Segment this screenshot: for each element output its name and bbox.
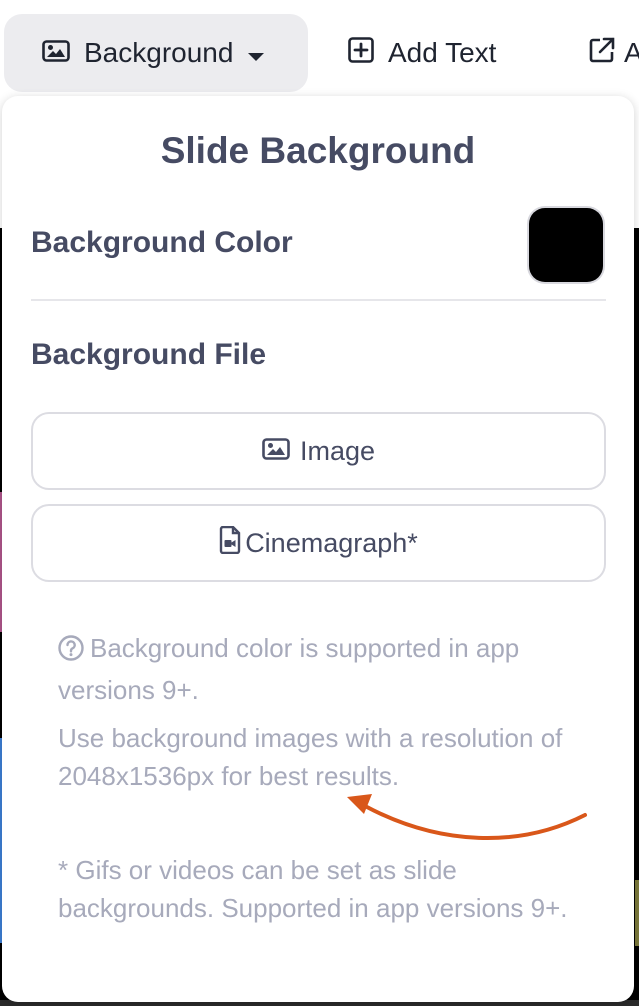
image-icon xyxy=(262,436,290,467)
note-color-text: Background color is supported in app ver… xyxy=(58,633,520,705)
image-button[interactable]: Image xyxy=(31,412,606,490)
image-button-label: Image xyxy=(299,435,376,466)
add-text-label: Add Text xyxy=(388,37,497,68)
divider xyxy=(31,299,606,301)
note-gif-support: * Gifs or videos can be set as slide bac… xyxy=(58,855,568,923)
image-icon xyxy=(42,37,70,69)
file-video-icon xyxy=(219,525,241,561)
cinemagraph-button[interactable]: Cinemagraph* xyxy=(31,504,606,582)
slide-thumbnail-edge xyxy=(635,880,639,946)
note-color-support: Background color is supported in app ver… xyxy=(58,629,578,709)
add-text-button[interactable]: Add Text xyxy=(348,14,496,92)
background-file-label: Background File xyxy=(31,338,267,371)
external-link-button[interactable]: A xyxy=(588,14,639,92)
slide-background-popover: Slide Background Background Color Backgr… xyxy=(2,96,634,1002)
external-link-icon xyxy=(588,36,616,71)
background-color-label: Background Color xyxy=(31,226,293,259)
background-menu-label: Background xyxy=(84,37,234,68)
background-color-swatch[interactable] xyxy=(529,208,603,282)
caret-down-icon xyxy=(247,37,265,69)
background-menu-button[interactable]: Background xyxy=(4,14,308,92)
external-link-label: A xyxy=(624,37,639,68)
question-circle-icon xyxy=(58,633,84,671)
editor-toolbar: Background Add Text A xyxy=(0,0,639,96)
popover-title: Slide Background xyxy=(160,130,476,171)
cinemagraph-button-label: Cinemagraph* xyxy=(245,527,418,558)
plus-square-icon xyxy=(348,36,374,70)
note-resolution: Use background images with a resolution … xyxy=(58,723,563,791)
